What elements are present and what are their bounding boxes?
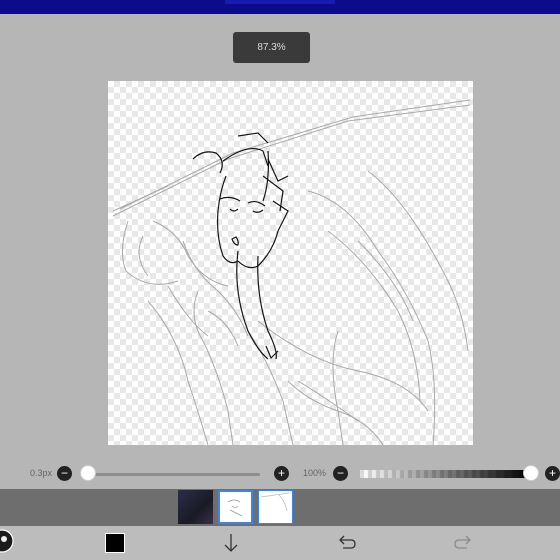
layer-3-preview [260,492,290,512]
brush-size-plus-button[interactable]: + [274,466,289,481]
redo-icon[interactable] [452,532,474,554]
drawing-canvas[interactable] [108,81,473,445]
opacity-label: 100% [303,468,327,478]
layer-thumbnail-3[interactable] [258,490,293,524]
undo-icon[interactable] [336,532,358,554]
opacity-slider-knob[interactable] [523,465,539,481]
bottom-toolbar [0,526,560,560]
opacity-slider-track[interactable] [360,470,530,478]
zoom-level-text: 87.3% [257,42,286,53]
brush-size-minus-button[interactable]: − [57,466,72,481]
brush-controls: 0.3px − + 100% − + [0,463,560,485]
top-bar-tab [225,0,335,4]
color-swatch[interactable] [104,532,126,554]
download-arrow-icon[interactable] [220,532,242,554]
layer-thumbnail-2[interactable] [218,490,253,524]
opacity-minus-button[interactable]: − [333,466,348,481]
brush-size-slider-knob[interactable] [80,465,96,481]
sketch-drawing [112,99,471,445]
top-bar [0,0,560,14]
opacity-plus-button[interactable]: + [545,466,560,481]
zoom-level-badge: 87.3% [233,32,310,63]
layer-2-preview [227,499,243,517]
brush-size-label: 0.3px [30,468,53,478]
avatar-icon[interactable] [0,529,14,553]
brush-size-slider-track[interactable] [86,473,260,476]
layer-strip [0,489,560,526]
layer-thumbnail-1[interactable] [178,490,213,524]
